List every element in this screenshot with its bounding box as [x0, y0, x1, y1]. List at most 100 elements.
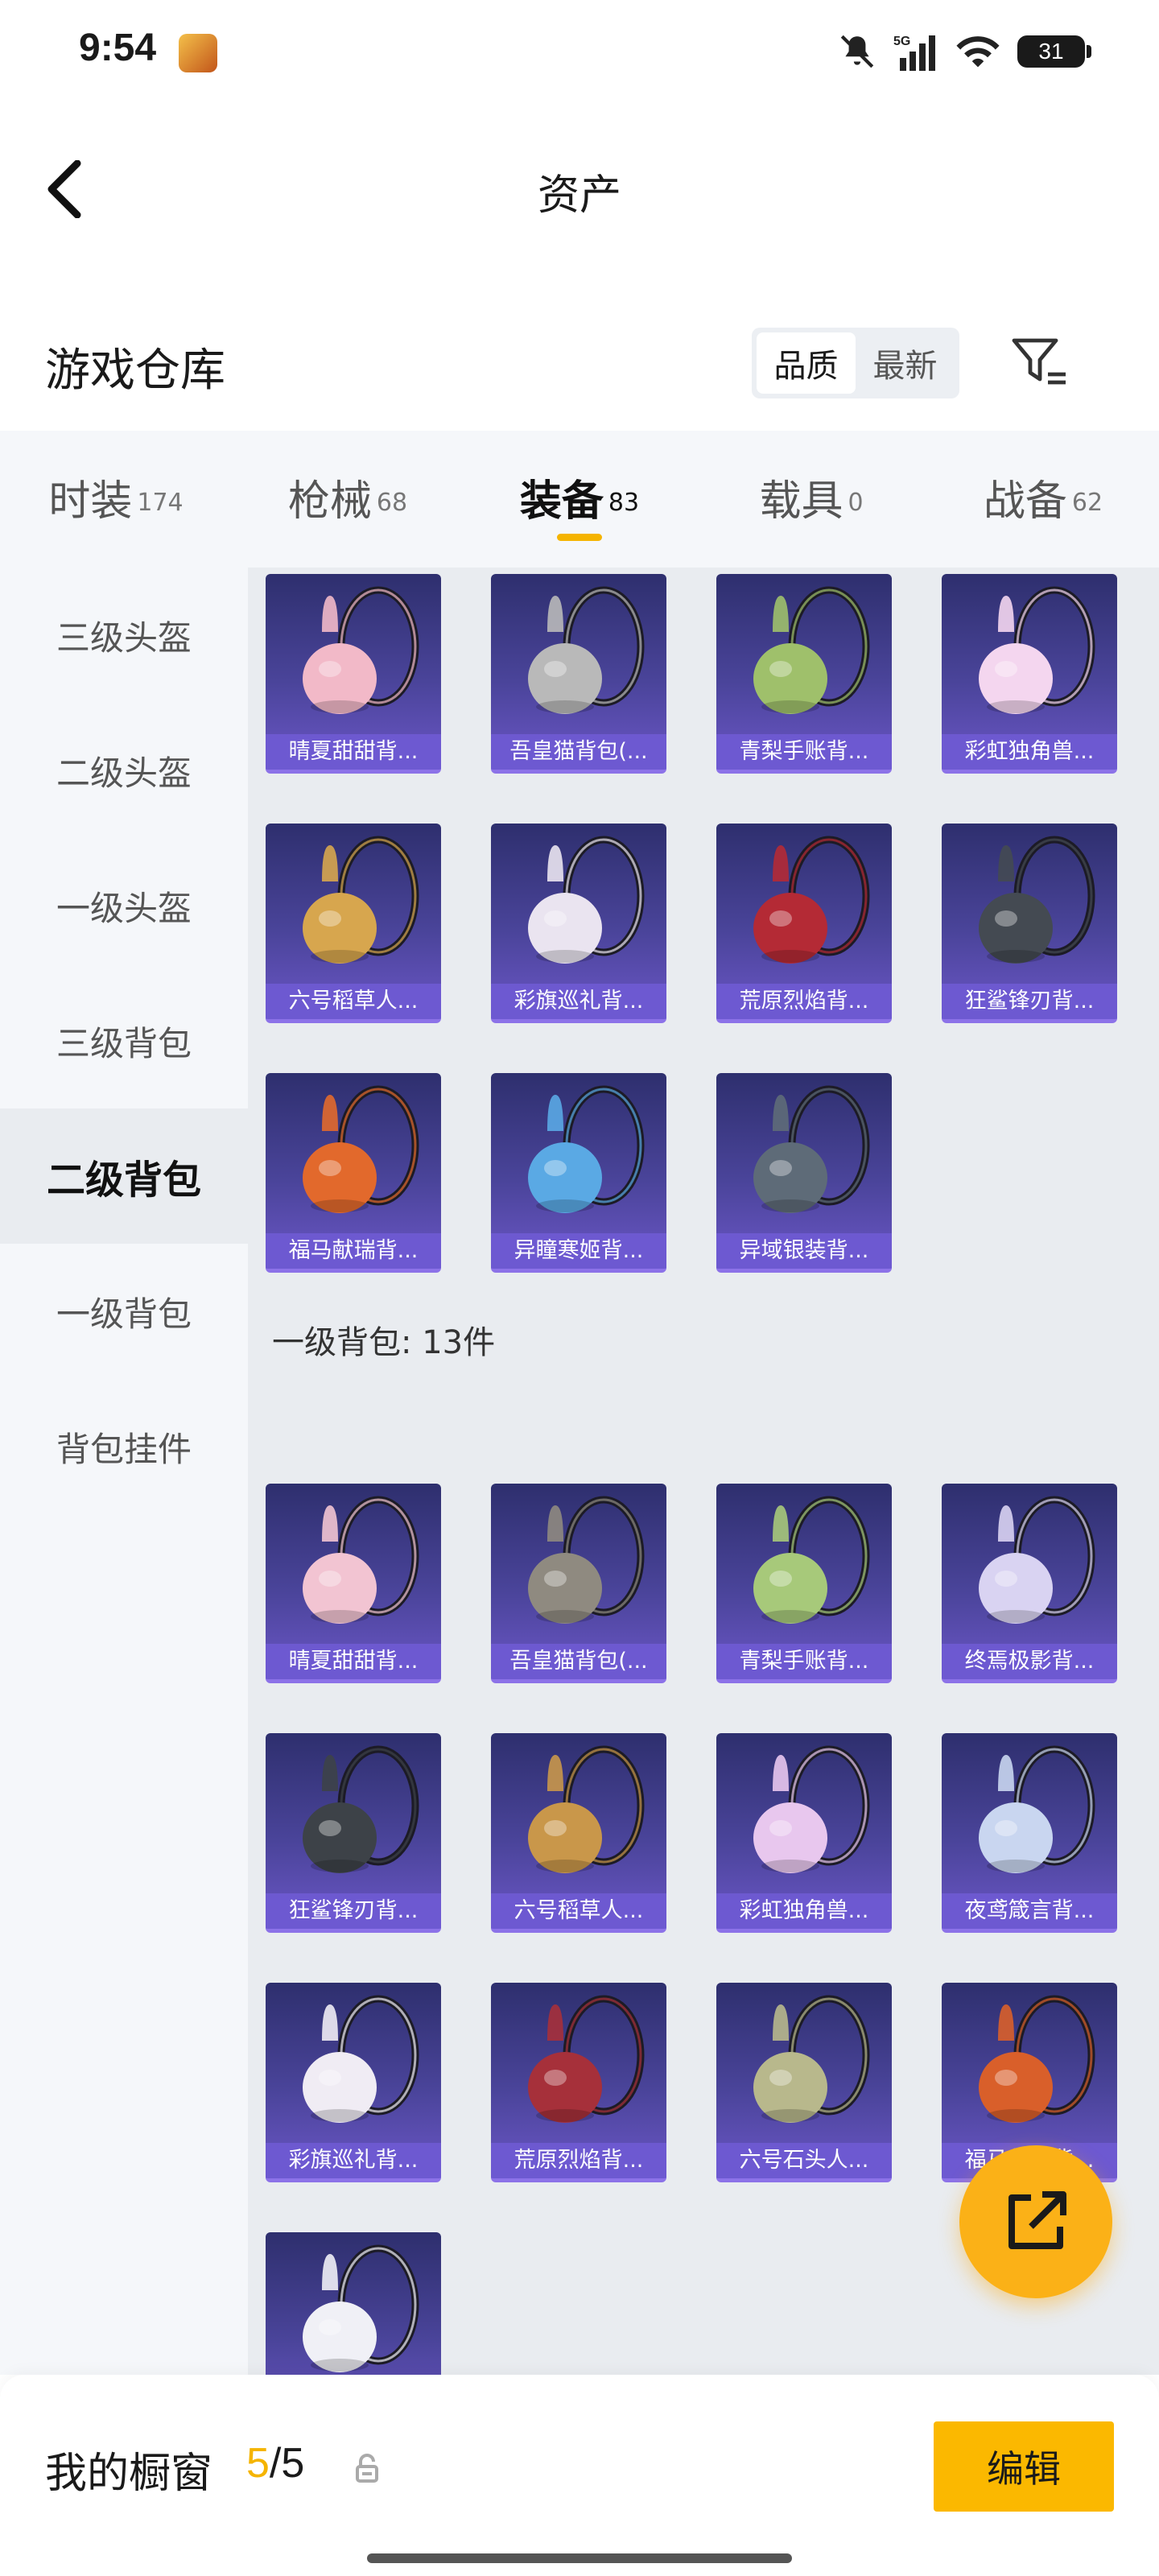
item-name: 终焉极影背... — [942, 1644, 1117, 1679]
item-name: 六号稻草人... — [266, 984, 441, 1019]
item-card[interactable]: 晴夏甜甜背... — [266, 1484, 441, 1683]
backpack-icon — [303, 2244, 419, 2372]
tab-1[interactable]: 枪械 68 — [232, 431, 464, 527]
item-name: 异瞳寒姬背... — [491, 1233, 666, 1269]
item-name: 荒原烈焰背... — [716, 984, 892, 1019]
backpack-icon — [753, 586, 870, 714]
edit-button[interactable]: 编辑 — [934, 2421, 1114, 2512]
backpack-icon — [528, 1496, 645, 1624]
backpack-icon — [303, 1085, 419, 1213]
backpack-icon — [979, 836, 1095, 964]
showcase-count: 5/5 — [246, 2439, 304, 2487]
backpack-icon — [753, 836, 870, 964]
backpack-icon — [753, 1085, 870, 1213]
item-card[interactable]: 彩旗巡礼背... — [491, 824, 666, 1023]
item-card[interactable]: 异域银装背... — [716, 1073, 892, 1273]
tab-count: 0 — [848, 488, 864, 517]
showcase-label: 我的橱窗 — [45, 2450, 213, 2498]
lock-icon — [356, 2454, 378, 2483]
backpack-icon — [979, 1745, 1095, 1873]
item-name: 青梨手账背... — [716, 734, 892, 770]
tab-label: 时装 — [48, 477, 133, 526]
backpack-icon — [753, 1496, 870, 1624]
item-card[interactable]: 荒原烈焰背... — [491, 1983, 666, 2182]
item-card[interactable]: 六号稻草人... — [266, 824, 441, 1023]
item-name: 吾皇猫背包(... — [491, 1644, 666, 1679]
sidebar-item-3[interactable]: 三级背包 — [0, 973, 248, 1108]
item-name: 彩旗巡礼背... — [491, 984, 666, 1019]
item-card[interactable]: 六号稻草人... — [491, 1733, 666, 1933]
filter-button[interactable] — [1009, 332, 1070, 394]
warehouse-bar: 游戏仓库 品质 最新 — [0, 318, 1159, 407]
item-card[interactable]: 福马献瑞背... — [266, 1073, 441, 1273]
tab-count: 174 — [137, 488, 184, 517]
item-card[interactable]: 异瞳寒姬背... — [491, 1073, 666, 1273]
tab-label: 战备 — [983, 477, 1067, 526]
item-card[interactable]: 青梨手账背... — [716, 574, 892, 774]
tab-count: 83 — [608, 488, 640, 517]
status-bar: 9:54 5G 31 — [0, 0, 1159, 105]
tab-label: 载具 — [759, 477, 843, 526]
share-icon — [1008, 2191, 1066, 2249]
item-card[interactable]: 彩虹独角兽... — [942, 574, 1117, 774]
app-notification-icon — [179, 34, 217, 72]
item-name: 彩虹独角兽... — [942, 734, 1117, 770]
tab-4[interactable]: 战备 62 — [927, 431, 1159, 527]
section-heading-level1-backpack: 一级背包: 13件 — [272, 1324, 496, 1361]
sidebar-item-0[interactable]: 三级头盔 — [0, 568, 248, 703]
item-card[interactable]: 晴夏甜甜背... — [266, 574, 441, 774]
sort-by-quality[interactable]: 品质 — [757, 332, 856, 394]
backpack-icon — [303, 1496, 419, 1624]
item-name: 荒原烈焰背... — [491, 2143, 666, 2178]
page-title: 资产 — [537, 171, 621, 220]
tab-2[interactable]: 装备 83 — [464, 431, 695, 541]
item-card[interactable]: 终焉极影背... — [942, 1484, 1117, 1683]
item-card[interactable]: 六号石头人... — [716, 1983, 892, 2182]
tab-count: 62 — [1071, 488, 1103, 517]
item-name: 晴夏甜甜背... — [266, 734, 441, 770]
warehouse-title: 游戏仓库 — [45, 345, 225, 397]
tab-label: 枪械 — [287, 477, 372, 526]
item-card[interactable]: 荒原烈焰背... — [716, 824, 892, 1023]
battery-level: 31 — [1038, 39, 1064, 64]
item-card[interactable]: 狂鲨锋刃背... — [942, 824, 1117, 1023]
showcase-current: 5 — [246, 2440, 270, 2487]
item-card[interactable]: 彩旗巡礼背... — [266, 1983, 441, 2182]
sort-by-newest[interactable]: 最新 — [856, 332, 955, 394]
status-icons: 5G 31 — [837, 27, 1091, 76]
showcase-bar: 我的橱窗 5/5 编辑 — [0, 2375, 1159, 2576]
backpack-icon — [303, 1995, 419, 2123]
item-name: 福马献瑞背... — [266, 1233, 441, 1269]
item-card[interactable]: 夜鸢箴言背... — [942, 1733, 1117, 1933]
backpack-icon — [303, 1745, 419, 1873]
tab-3[interactable]: 载具 0 — [695, 431, 927, 527]
item-card[interactable]: 青梨手账背... — [716, 1484, 892, 1683]
subcategory-sidebar: 三级头盔 二级头盔 一级头盔 三级背包 二级背包 一级背包 背包挂件 — [0, 568, 248, 2375]
item-card[interactable]: 吾皇猫背包(... — [491, 574, 666, 774]
sort-toggle: 品质 最新 — [752, 328, 959, 398]
backpack-icon — [753, 1995, 870, 2123]
item-name: 彩旗巡礼背... — [266, 2143, 441, 2178]
item-grid: 一级背包: 13件 晴夏甜甜背... 吾皇猫背包(... 青梨手账背... 彩虹独角兽… — [248, 568, 1159, 2432]
item-name: 狂鲨锋刃背... — [942, 984, 1117, 1019]
sidebar-item-2[interactable]: 一级头盔 — [0, 838, 248, 973]
item-name: 青梨手账背... — [716, 1644, 892, 1679]
showcase-total: /5 — [269, 2440, 305, 2487]
sidebar-item-1[interactable]: 二级头盔 — [0, 703, 248, 838]
backpack-icon — [979, 1995, 1095, 2123]
sidebar-item-6[interactable]: 背包挂件 — [0, 1379, 248, 1514]
tab-0[interactable]: 时装 174 — [0, 431, 232, 527]
item-card[interactable]: 吾皇猫背包(... — [491, 1484, 666, 1683]
backpack-icon — [979, 586, 1095, 714]
backpack-icon — [528, 1085, 645, 1213]
top-header: 资产 — [0, 137, 1159, 242]
battery-icon: 31 — [1017, 35, 1091, 68]
item-card[interactable]: 彩虹独角兽... — [716, 1733, 892, 1933]
share-button[interactable] — [959, 2145, 1112, 2298]
sidebar-item-5[interactable]: 一级背包 — [0, 1244, 248, 1379]
item-card[interactable]: 狂鲨锋刃背... — [266, 1733, 441, 1933]
sidebar-item-4[interactable]: 二级背包 — [0, 1108, 248, 1244]
home-indicator — [367, 2553, 792, 2563]
backpack-icon — [979, 1496, 1095, 1624]
item-name: 六号稻草人... — [491, 1893, 666, 1929]
